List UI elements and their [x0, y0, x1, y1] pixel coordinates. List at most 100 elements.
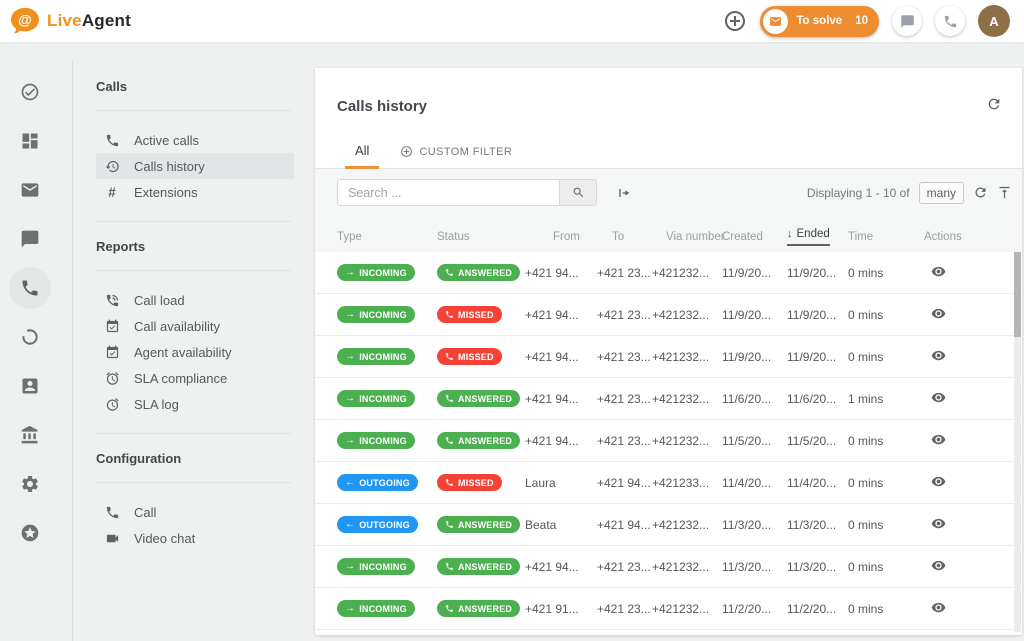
view-call-button[interactable]	[931, 264, 946, 279]
sidebar-item-video-chat[interactable]: Video chat	[96, 525, 294, 551]
table-row[interactable]: OUTGOING MISSED Laura +421 94... +421233…	[315, 462, 1022, 504]
phone-icon	[445, 478, 454, 487]
table-row[interactable]: INCOMING ANSWERED +421 91... +421 23... …	[315, 588, 1022, 630]
ended-cell: 11/5/20...	[787, 434, 848, 448]
col-created[interactable]: Created	[722, 231, 787, 243]
refresh-icon	[986, 96, 1002, 112]
search-input[interactable]	[338, 180, 559, 205]
from-cell: +421 94...	[525, 308, 597, 322]
sidebar-item-call-config[interactable]: Call	[96, 499, 294, 525]
type-badge: INCOMING	[337, 348, 415, 365]
rail-item-calls[interactable]	[0, 263, 60, 312]
col-to[interactable]: To	[597, 231, 652, 243]
refresh-button[interactable]	[986, 96, 1002, 112]
via-cell: +421232...	[652, 308, 722, 322]
view-call-button[interactable]	[931, 474, 946, 489]
sidebar-item-label: Calls history	[134, 159, 205, 174]
view-call-button[interactable]	[931, 348, 946, 363]
view-call-button[interactable]	[931, 306, 946, 321]
sidebar-item-sla-compliance[interactable]: SLA compliance	[96, 365, 294, 391]
active-rail-highlight	[9, 267, 51, 309]
col-via-number[interactable]: Via number	[652, 231, 722, 243]
to-cell: +421 23...	[597, 434, 652, 448]
sidebar-item-call-load[interactable]: Call load	[96, 287, 294, 313]
tab-custom-filter[interactable]: CUSTOM FILTER	[400, 145, 512, 168]
view-call-button[interactable]	[931, 600, 946, 615]
rail-item-dashboard[interactable]	[0, 116, 60, 165]
status-badge: MISSED	[437, 474, 502, 491]
ended-cell: 11/9/20...	[787, 350, 848, 364]
sidebar-item-agent-availability[interactable]: Agent availability	[96, 339, 294, 365]
refresh-list-button[interactable]	[973, 185, 988, 200]
rail-item-billing[interactable]	[0, 410, 60, 459]
tab-bar: All CUSTOM FILTER	[315, 143, 512, 168]
rail-item-customers[interactable]	[0, 361, 60, 410]
sidebar-item-extensions[interactable]: Extensions	[96, 179, 294, 205]
eye-icon	[931, 390, 946, 405]
status-badge: ANSWERED	[437, 558, 520, 575]
view-call-button[interactable]	[931, 516, 946, 531]
table-row[interactable]: OUTGOING ANSWERED Beata +421 94... +4212…	[315, 504, 1022, 546]
svg-text:@: @	[18, 12, 32, 28]
to-cell: +421 23...	[597, 560, 652, 574]
col-from[interactable]: From	[525, 231, 597, 243]
col-type[interactable]: Type	[337, 231, 437, 243]
rail-item-tickets[interactable]	[0, 165, 60, 214]
type-badge: INCOMING	[337, 558, 415, 575]
view-call-button[interactable]	[931, 432, 946, 447]
videocam-icon	[104, 530, 120, 546]
sidebar-item-calls-history[interactable]: Calls history	[96, 153, 294, 179]
created-cell: 11/4/20...	[722, 476, 787, 490]
eye-icon	[931, 516, 946, 531]
col-ended[interactable]: ↓Ended	[787, 228, 848, 246]
rail-item-gamification[interactable]	[0, 508, 60, 557]
table-row[interactable]: INCOMING MISSED +421 94... +421 23... +4…	[315, 336, 1022, 378]
chats-button[interactable]	[892, 6, 922, 36]
total-count-button[interactable]: many	[919, 182, 964, 204]
phone-icon	[445, 562, 454, 571]
from-cell: +421 91...	[525, 602, 597, 616]
time-cell: 0 mins	[848, 560, 918, 574]
calls-button[interactable]	[935, 6, 965, 36]
sidebar-item-call-availability[interactable]: Call availability	[96, 313, 294, 339]
table-row[interactable]: INCOMING ANSWERED +421 94... +421 23... …	[315, 420, 1022, 462]
table-row[interactable]: INCOMING ANSWERED +421 94... +421 23... …	[315, 546, 1022, 588]
user-avatar[interactable]: A	[978, 5, 1010, 37]
sidebar-item-sla-log[interactable]: SLA log	[96, 391, 294, 417]
refresh-icon	[973, 185, 988, 200]
rail-item-resolved[interactable]	[0, 67, 60, 116]
arrow-left-icon	[345, 478, 355, 488]
via-cell: +421232...	[652, 392, 722, 406]
col-time[interactable]: Time	[848, 231, 918, 243]
scroll-to-top-button[interactable]	[997, 185, 1012, 200]
icon-rail	[0, 42, 60, 641]
phone-icon	[445, 436, 454, 445]
scrollbar-thumb[interactable]	[1014, 252, 1021, 337]
forward-filter-button[interactable]	[616, 185, 632, 201]
to-solve-button[interactable]: To solve 10	[760, 6, 879, 37]
add-new-button[interactable]	[723, 9, 747, 33]
tab-all[interactable]: All	[345, 143, 379, 168]
rail-item-online-visitors[interactable]	[0, 312, 60, 361]
sidebar-item-label: Call	[134, 505, 156, 520]
view-call-button[interactable]	[931, 390, 946, 405]
table-row[interactable]: INCOMING MISSED +421 94... +421 23... +4…	[315, 294, 1022, 336]
rail-item-chats[interactable]	[0, 214, 60, 263]
sidebar-item-active-calls[interactable]: Active calls	[96, 127, 294, 153]
eye-icon	[931, 558, 946, 573]
dashboard-icon	[20, 131, 40, 151]
ended-cell: 11/9/20...	[787, 308, 848, 322]
view-call-button[interactable]	[931, 558, 946, 573]
rail-item-settings[interactable]	[0, 459, 60, 508]
search-button[interactable]	[559, 180, 596, 205]
status-badge: ANSWERED	[437, 600, 520, 617]
check-circle-icon	[20, 82, 40, 102]
alarm-clock-icon	[104, 370, 120, 386]
type-badge: INCOMING	[337, 264, 415, 281]
status-badge: ANSWERED	[437, 264, 520, 281]
created-cell: 11/9/20...	[722, 266, 787, 280]
table-row[interactable]: INCOMING ANSWERED +421 94... +421 23... …	[315, 378, 1022, 420]
table-row[interactable]: INCOMING ANSWERED +421 94... +421 23... …	[315, 252, 1022, 294]
status-badge: ANSWERED	[437, 516, 520, 533]
col-status[interactable]: Status	[437, 231, 525, 243]
